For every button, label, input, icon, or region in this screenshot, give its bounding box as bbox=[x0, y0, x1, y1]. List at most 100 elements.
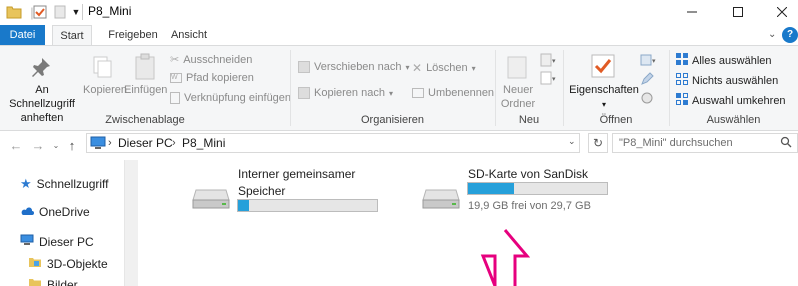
dropdown-arrow-icon: ▾ bbox=[405, 62, 410, 72]
free-space-text: 19,9 GB frei von 29,7 GB bbox=[468, 200, 591, 212]
storage-bar-internal bbox=[237, 199, 378, 212]
nav-label: Schnellzugriff bbox=[36, 177, 109, 191]
drive-icon bbox=[192, 188, 230, 213]
back-arrow-icon[interactable]: ← bbox=[8, 137, 24, 153]
search-icon bbox=[780, 136, 792, 151]
select-all-icon bbox=[676, 53, 688, 68]
history-icon[interactable] bbox=[640, 91, 654, 108]
minimize-icon[interactable] bbox=[670, 0, 714, 24]
nav-item-quick-access[interactable]: ★ Schnellzugriff bbox=[20, 176, 108, 192]
edit-icon[interactable] bbox=[640, 72, 654, 89]
properties-icon bbox=[590, 53, 616, 82]
annotation-arrow-up-icon bbox=[480, 228, 531, 286]
move-to-button[interactable]: Verschieben nach ▾ bbox=[298, 61, 409, 73]
new-folder-button[interactable]: Neuer Ordner bbox=[497, 83, 539, 111]
title-divider bbox=[82, 4, 83, 20]
help-icon[interactable]: ? bbox=[782, 27, 798, 43]
folder-3d-icon bbox=[28, 256, 42, 271]
copy-to-button[interactable]: Kopieren nach ▾ bbox=[298, 87, 393, 99]
copy-path-label: Pfad kopieren bbox=[186, 72, 254, 84]
delete-icon: ✕ bbox=[412, 61, 423, 75]
nav-item-onedrive[interactable]: OneDrive bbox=[20, 205, 90, 219]
new-folder-quick-icon[interactable] bbox=[52, 4, 68, 20]
star-icon: ★ bbox=[20, 176, 32, 191]
close-icon[interactable] bbox=[760, 0, 798, 24]
invert-selection-label: Auswahl umkehren bbox=[692, 94, 786, 107]
tab-start[interactable]: Start bbox=[52, 25, 92, 45]
refresh-icon[interactable]: ↻ bbox=[588, 133, 608, 153]
storage-bar-fill bbox=[238, 200, 250, 211]
tab-datei[interactable]: Datei bbox=[0, 25, 45, 45]
storage-bar-fill bbox=[468, 183, 514, 194]
delete-button[interactable]: ✕ Löschen ▾ bbox=[412, 61, 476, 75]
up-arrow-icon[interactable]: ↑ bbox=[64, 137, 80, 153]
copy-button[interactable]: Kopieren bbox=[83, 83, 127, 97]
copy-to-icon bbox=[298, 87, 310, 99]
properties-button[interactable]: Eigenschaften ▾ bbox=[568, 83, 640, 112]
cloud-icon bbox=[20, 205, 34, 219]
nav-item-this-pc[interactable]: Dieser PC bbox=[20, 234, 94, 249]
dropdown-arrow-icon: ▾ bbox=[471, 63, 476, 73]
paste-shortcut-icon bbox=[170, 92, 180, 104]
drive-name-line: Interner gemeinsamer bbox=[238, 167, 356, 181]
properties-label: Eigenschaften bbox=[569, 84, 639, 96]
dropdown-arrow-icon: ▾ bbox=[601, 100, 606, 109]
breadcrumb-chevron-icon[interactable]: › bbox=[108, 137, 112, 149]
search-placeholder: "P8_Mini" durchsuchen bbox=[619, 137, 733, 149]
breadcrumb-dieser-pc[interactable]: Dieser PC bbox=[118, 136, 173, 150]
new-folder-icon bbox=[505, 54, 529, 83]
pictures-folder-icon bbox=[28, 277, 42, 286]
easy-access-icon[interactable]: ▾ bbox=[540, 71, 558, 88]
nav-item-pictures[interactable]: Bilder bbox=[28, 277, 78, 286]
select-none-button[interactable]: Nichts auswählen bbox=[676, 73, 778, 88]
open-icon[interactable]: ▾ bbox=[640, 53, 658, 70]
nav-label: Dieser PC bbox=[39, 234, 94, 249]
pin-icon bbox=[30, 56, 52, 81]
tab-ansicht[interactable]: Ansicht bbox=[166, 25, 212, 45]
delete-label: Löschen bbox=[426, 62, 468, 74]
copy-path-button[interactable]: W Pfad kopieren bbox=[170, 72, 254, 84]
search-input[interactable]: "P8_Mini" durchsuchen bbox=[612, 133, 798, 153]
dropdown-arrow-icon: ▾ bbox=[388, 88, 393, 98]
tab-freigeben[interactable]: Freigeben bbox=[101, 25, 165, 45]
drive-name-sd-card[interactable]: SD-Karte von SanDisk bbox=[468, 166, 588, 183]
breadcrumb-p8-mini[interactable]: P8_Mini bbox=[182, 136, 225, 150]
drive-name-line: Speicher bbox=[238, 184, 286, 198]
computer-icon bbox=[20, 234, 34, 249]
select-none-icon bbox=[676, 73, 688, 88]
cut-label: Ausschneiden bbox=[183, 53, 253, 66]
breadcrumb-chevron-icon[interactable]: › bbox=[172, 137, 176, 149]
copy-icon bbox=[92, 55, 114, 82]
storage-bar-sd-card bbox=[467, 182, 608, 195]
select-all-button[interactable]: Alles auswählen bbox=[676, 53, 772, 68]
invert-selection-icon bbox=[676, 93, 688, 108]
recent-locations-icon[interactable]: ⌄ bbox=[48, 137, 64, 153]
nav-scrollbar[interactable] bbox=[124, 160, 138, 286]
nav-label: 3D-Objekte bbox=[47, 256, 108, 271]
select-none-label: Nichts auswählen bbox=[692, 74, 779, 87]
group-label-clipboard: Zwischenablage bbox=[105, 114, 185, 126]
group-label-select: Auswählen bbox=[706, 114, 761, 126]
copy-path-icon: W bbox=[170, 73, 182, 83]
copy-to-label: Kopieren nach bbox=[314, 87, 385, 99]
nav-item-3d-objects[interactable]: 3D-Objekte bbox=[28, 256, 108, 271]
svg-text:▾: ▾ bbox=[652, 58, 656, 65]
properties-quick-icon[interactable] bbox=[32, 4, 48, 20]
address-dropdown-icon[interactable]: ⌄ bbox=[568, 136, 576, 147]
paste-shortcut-button[interactable]: Verknüpfung einfügen bbox=[170, 92, 291, 104]
collapse-ribbon-icon[interactable]: ⌄ bbox=[768, 29, 776, 40]
paste-button[interactable]: Einfügen bbox=[124, 83, 167, 97]
folder-icon bbox=[6, 4, 22, 20]
rename-label: Umbenennen bbox=[428, 87, 495, 99]
cut-button[interactable]: ✂ Ausschneiden bbox=[170, 53, 253, 67]
rename-button[interactable]: Umbenennen bbox=[412, 87, 494, 99]
drive-icon bbox=[422, 188, 460, 213]
drive-name-internal[interactable]: Interner gemeinsamer Speicher bbox=[238, 166, 355, 200]
group-label-open: Öffnen bbox=[599, 114, 633, 126]
maximize-icon[interactable] bbox=[716, 0, 760, 24]
invert-selection-button[interactable]: Auswahl umkehren bbox=[676, 93, 786, 108]
group-label-organize: Organisieren bbox=[361, 114, 424, 126]
move-to-label: Verschieben nach bbox=[314, 61, 402, 73]
forward-arrow-icon[interactable]: → bbox=[30, 137, 46, 153]
new-item-icon[interactable]: ▾ bbox=[540, 53, 558, 70]
